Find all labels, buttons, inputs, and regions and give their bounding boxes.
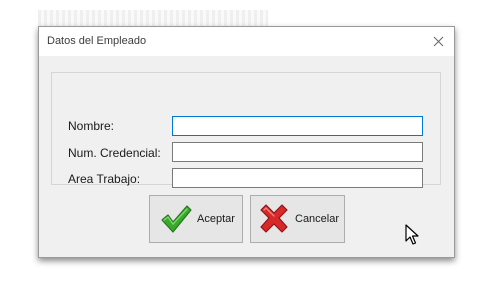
title-bar: Datos del Empleado (39, 27, 454, 56)
close-button[interactable] (422, 27, 454, 56)
num-credencial-input[interactable] (172, 142, 423, 162)
nombre-input[interactable] (172, 116, 423, 136)
checkmark-icon (159, 202, 193, 236)
accept-label: Aceptar (197, 213, 235, 225)
mouse-cursor-icon (405, 224, 419, 245)
cancel-button[interactable]: Cancelar (250, 195, 345, 243)
area-trabajo-input[interactable] (172, 168, 423, 188)
accept-button[interactable]: Aceptar (149, 195, 243, 243)
red-x-icon (257, 202, 291, 236)
cancel-label: Cancelar (295, 213, 340, 225)
background-window-edge (38, 10, 268, 26)
nombre-label: Nombre: (68, 119, 115, 133)
area-trabajo-label: Area Trabajo: (68, 172, 141, 186)
num-credencial-label: Num. Credencial: (68, 146, 161, 160)
employee-dialog: Datos del Empleado Nombre: Num. Credenci… (38, 26, 455, 258)
window-title: Datos del Empleado (47, 35, 147, 47)
employee-fields-group: Nombre: Num. Credencial: Area Trabajo: (51, 72, 441, 188)
close-icon (433, 36, 443, 47)
